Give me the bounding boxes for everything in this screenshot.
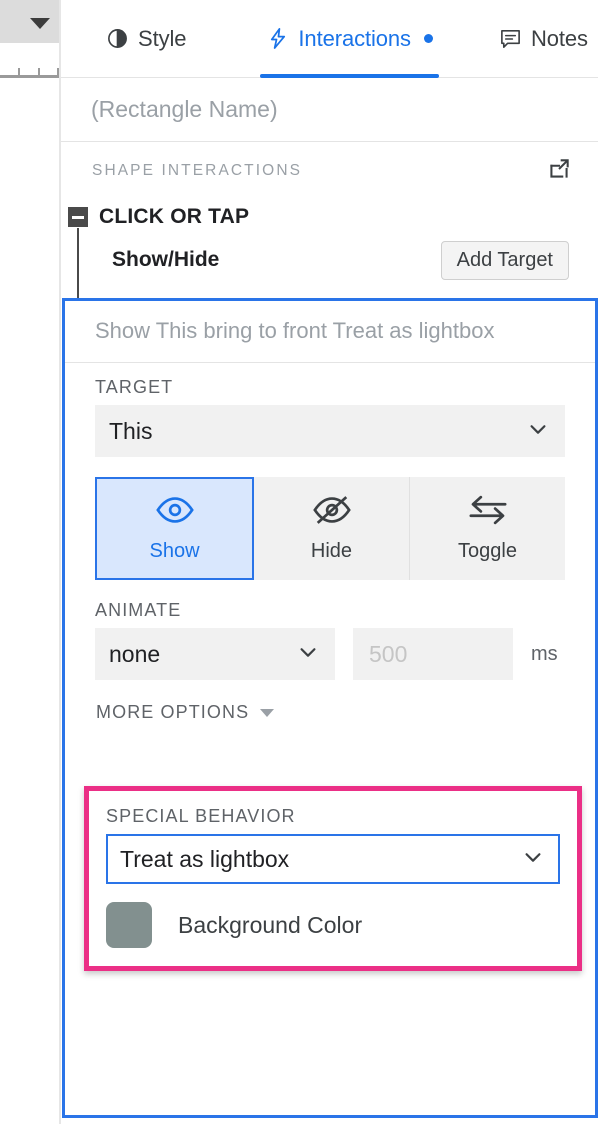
tab-notes-label: Notes xyxy=(530,25,588,51)
inspector-panel: Style Interactions Notes (Rectangle Name… xyxy=(61,0,598,1124)
visibility-segmented-control: Show Hide Toggle xyxy=(95,477,565,580)
more-options-toggle[interactable]: MORE OPTIONS xyxy=(65,680,595,723)
animate-select[interactable]: none xyxy=(95,628,335,680)
visibility-option-hide[interactable]: Hide xyxy=(254,477,410,580)
section-title: SHAPE INTERACTIONS xyxy=(92,162,303,179)
animate-duration-unit: ms xyxy=(531,642,558,665)
canvas-toolbar-chip[interactable] xyxy=(0,0,59,43)
app-root: Style Interactions Notes (Rectangle Name… xyxy=(0,0,598,1124)
tab-style[interactable]: Style xyxy=(94,0,198,78)
animate-row: none 500 ms xyxy=(95,628,565,680)
interaction-editor-dialog: Show This bring to front Treat as lightb… xyxy=(62,298,598,1118)
unsaved-dot-icon xyxy=(423,34,433,43)
ruler-tick xyxy=(18,68,20,76)
eye-off-icon xyxy=(312,495,352,531)
inspector-tabs: Style Interactions Notes xyxy=(61,0,598,78)
ruler-tick xyxy=(38,68,40,76)
eye-icon xyxy=(155,495,195,531)
special-behavior-select-value: Treat as lightbox xyxy=(120,845,290,872)
target-label: TARGET xyxy=(95,377,174,397)
shape-name-placeholder: (Rectangle Name) xyxy=(91,96,278,122)
triangle-down-icon xyxy=(260,708,275,717)
open-external-icon[interactable] xyxy=(546,156,572,187)
special-behavior-label: SPECIAL BEHAVIOR xyxy=(106,806,296,826)
chevron-down-icon xyxy=(527,418,549,445)
background-color-swatch[interactable] xyxy=(106,902,152,948)
visibility-option-toggle[interactable]: Toggle xyxy=(410,477,565,580)
add-target-button[interactable]: Add Target xyxy=(440,240,569,280)
animate-field-block: ANIMATE none 500 ms xyxy=(65,580,595,680)
note-comment-icon xyxy=(499,27,522,50)
special-behavior-highlight: SPECIAL BEHAVIOR Treat as lightbox Backg… xyxy=(84,786,582,971)
visibility-option-toggle-label: Toggle xyxy=(458,539,517,562)
caret-down-icon xyxy=(30,18,50,29)
animate-duration-input[interactable]: 500 xyxy=(353,628,513,680)
dialog-summary: Show This bring to front Treat as lightb… xyxy=(65,301,595,363)
target-select-value: This xyxy=(109,417,153,444)
ruler xyxy=(0,75,59,78)
lightning-bolt-icon xyxy=(266,27,289,50)
visibility-option-hide-label: Hide xyxy=(310,539,353,562)
animate-duration-placeholder: 500 xyxy=(369,640,408,667)
animate-label: ANIMATE xyxy=(95,600,182,620)
background-color-row: Background Color xyxy=(106,902,560,948)
case-label: Show/Hide xyxy=(112,248,220,271)
shape-interactions-header: SHAPE INTERACTIONS xyxy=(61,142,598,200)
special-behavior-block: SPECIAL BEHAVIOR Treat as lightbox Backg… xyxy=(89,791,577,948)
case-show-hide: Show/Hide Add Target xyxy=(61,228,598,318)
style-contrast-icon xyxy=(106,27,129,50)
shape-name-field[interactable]: (Rectangle Name) xyxy=(61,78,598,142)
background-color-label: Background Color xyxy=(178,911,363,938)
animate-select-value: none xyxy=(109,640,161,667)
tab-interactions[interactable]: Interactions xyxy=(254,0,445,78)
active-tab-underline xyxy=(260,73,439,78)
special-behavior-select[interactable]: Treat as lightbox xyxy=(106,834,560,884)
more-options-label: MORE OPTIONS xyxy=(96,702,250,722)
tab-notes[interactable]: Notes xyxy=(487,0,598,78)
target-field-block: TARGET This xyxy=(65,363,595,457)
chevron-down-icon xyxy=(522,846,544,873)
target-select[interactable]: This xyxy=(95,405,565,457)
canvas-left-strip xyxy=(0,0,62,1124)
visibility-option-show-label: Show xyxy=(149,539,200,562)
tab-style-label: Style xyxy=(138,25,187,51)
toggle-arrows-icon xyxy=(468,495,508,531)
event-click-or-tap[interactable]: CLICK OR TAP xyxy=(61,200,598,234)
minus-collapse-icon[interactable] xyxy=(68,207,88,227)
event-label: CLICK OR TAP xyxy=(99,205,250,228)
visibility-option-show[interactable]: Show xyxy=(95,477,254,580)
tab-interactions-label: Interactions xyxy=(298,25,411,51)
chevron-down-icon xyxy=(297,641,319,668)
